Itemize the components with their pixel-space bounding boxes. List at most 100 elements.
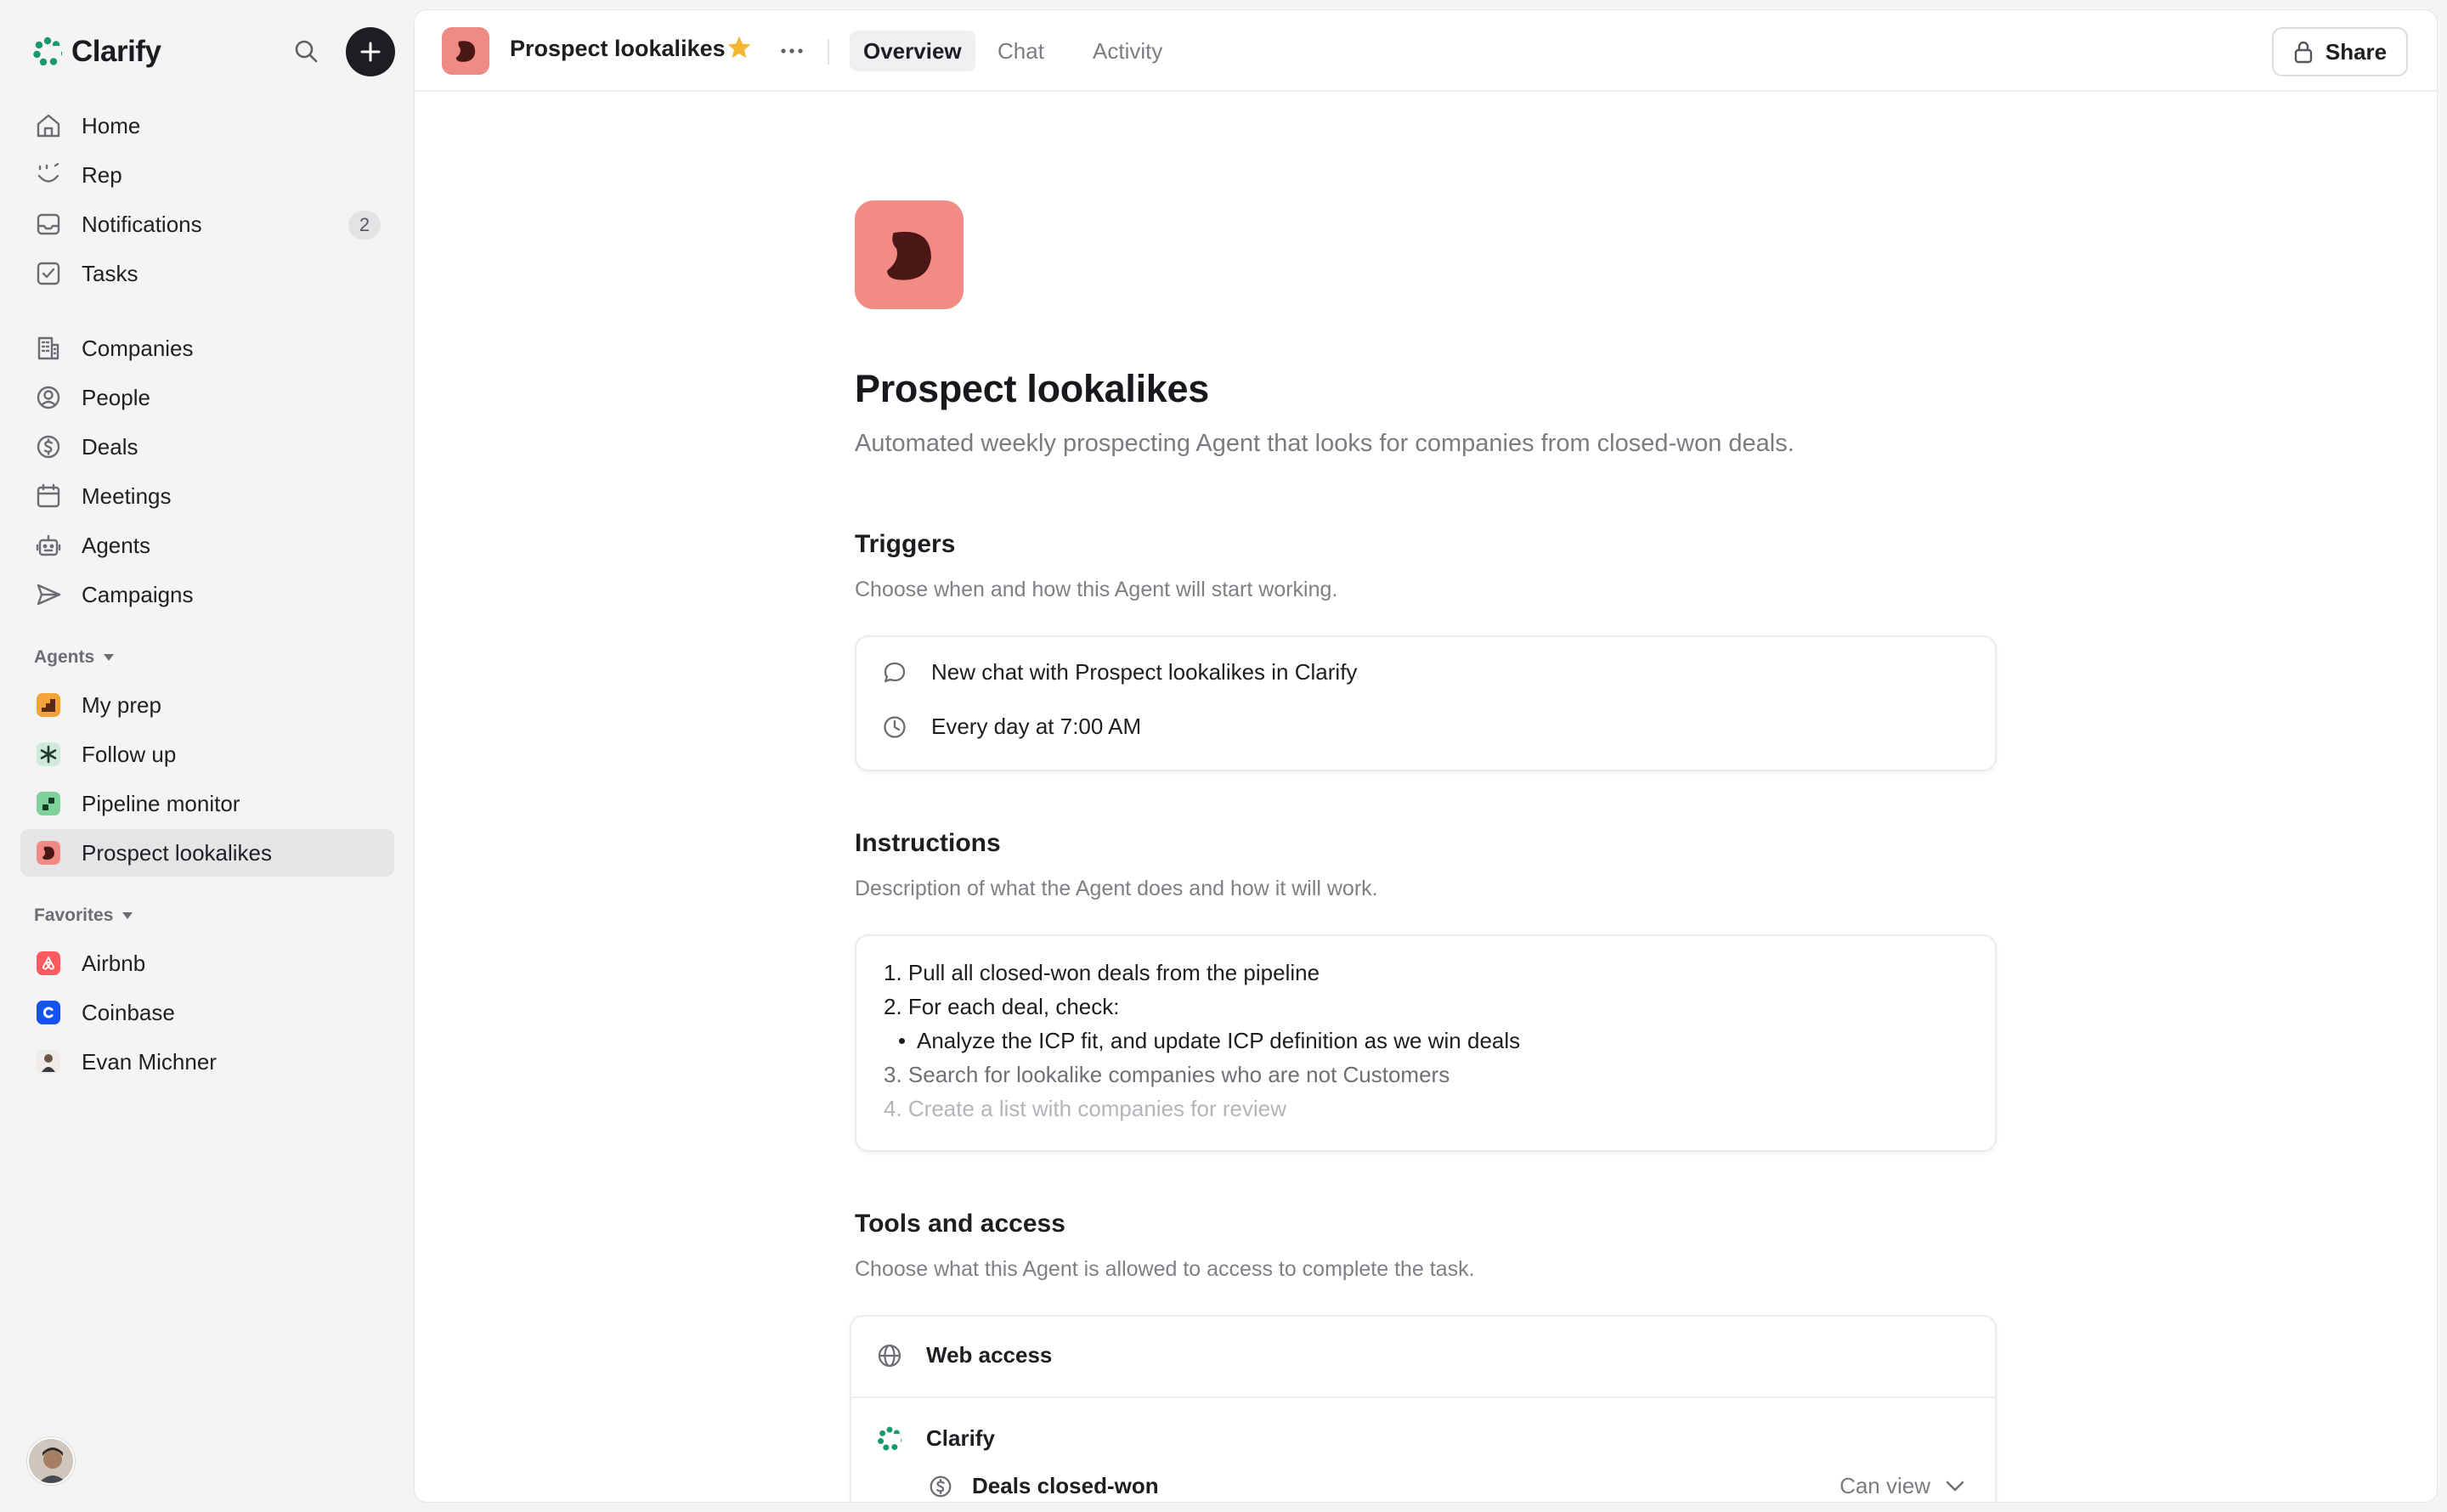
- sidebar-favorite-airbnb[interactable]: Airbnb: [20, 939, 394, 987]
- create-button[interactable]: [346, 27, 395, 76]
- sidebar-item-label: Follow up: [82, 741, 177, 767]
- clarify-logo-icon: [878, 1426, 902, 1450]
- sidebar-favorite-evan-michner[interactable]: Evan Michner: [20, 1038, 394, 1086]
- trigger-label: Every day at 7:00 AM: [931, 714, 1142, 739]
- instructions-heading: Instructions: [855, 829, 1001, 857]
- caret-down-icon: [122, 912, 133, 919]
- brand-name: Clarify: [71, 35, 161, 68]
- tools-heading: Tools and access: [855, 1210, 1065, 1238]
- top-bar: Prospect lookalikes Overview Chat Activi…: [415, 10, 2437, 92]
- sidebar-item-label: Pipeline monitor: [82, 790, 240, 816]
- agent-avatar: [442, 27, 489, 75]
- section-label: Favorites: [34, 906, 114, 925]
- sidebar-item-label: Rep: [82, 161, 122, 188]
- triggers-description: Choose when and how this Agent will star…: [855, 578, 1338, 601]
- search-button[interactable]: [285, 31, 326, 71]
- trigger-label: New chat with Prospect lookalikes in Cla…: [931, 659, 1358, 685]
- agents-section-toggle[interactable]: Agents: [34, 647, 115, 668]
- instruction-line: 3. Search for lookalike companies who ar…: [884, 1062, 1450, 1087]
- tool-clarify[interactable]: Clarify: [877, 1425, 995, 1452]
- permission-row: Deals closed-won: [928, 1473, 1159, 1499]
- star-icon: [727, 36, 751, 58]
- chat-bubble-icon: [884, 662, 906, 682]
- clock-icon: [884, 715, 906, 738]
- favorite-star-button[interactable]: [726, 34, 753, 65]
- main-panel: Prospect lookalikes Overview Chat Activi…: [415, 10, 2437, 1502]
- sidebar-item-meetings[interactable]: Meetings: [20, 472, 394, 520]
- rep-icon: [37, 162, 59, 183]
- sidebar-item-label: My prep: [82, 691, 161, 718]
- tools-card: Web access Clarify Deals closed-won Can …: [850, 1315, 1997, 1502]
- sidebar-item-label: Companies: [82, 335, 194, 361]
- top-bar-title: Prospect lookalikes: [510, 36, 726, 61]
- sidebar-item-deals[interactable]: Deals: [20, 423, 394, 471]
- blob-icon: [455, 41, 476, 62]
- more-options-button[interactable]: [773, 32, 811, 70]
- share-label: Share: [2325, 38, 2388, 65]
- sidebar-item-notifications[interactable]: Notifications 2: [20, 200, 394, 248]
- sidebar: Clarify Home Rep Notifications 2 Tasks C…: [0, 0, 413, 1512]
- sidebar-item-label: Meetings: [82, 482, 172, 509]
- sidebar-agent-prospect-lookalikes[interactable]: Prospect lookalikes: [20, 829, 394, 877]
- sidebar-item-label: Evan Michner: [82, 1048, 217, 1075]
- user-photo-icon: [29, 1439, 73, 1483]
- sidebar-item-companies[interactable]: Companies: [20, 324, 394, 372]
- asterisk-icon: [37, 742, 60, 766]
- tab-overview[interactable]: Overview: [850, 31, 975, 71]
- sidebar-item-agents[interactable]: Agents: [20, 522, 394, 569]
- sidebar-agent-my-prep[interactable]: My prep: [20, 681, 394, 729]
- tab-chat[interactable]: Chat: [984, 31, 1058, 71]
- sidebar-favorite-coinbase[interactable]: Coinbase: [20, 989, 394, 1036]
- tool-web-access[interactable]: Web access: [877, 1342, 1052, 1368]
- brand-logo[interactable]: Clarify: [32, 31, 161, 73]
- instructions-editor[interactable]: 1. Pull all closed-won deals from the pi…: [855, 934, 1997, 1152]
- sidebar-item-rep[interactable]: Rep: [20, 151, 394, 199]
- divider: [851, 1396, 1995, 1398]
- sidebar-item-label: Tasks: [82, 260, 138, 286]
- instruction-line: 1. Pull all closed-won deals from the pi…: [884, 960, 1320, 985]
- tools-description: Choose what this Agent is allowed to acc…: [855, 1257, 1475, 1281]
- permission-label: Deals closed-won: [972, 1473, 1159, 1498]
- triggers-card[interactable]: New chat with Prospect lookalikes in Cla…: [855, 635, 1997, 771]
- blocks-icon: [37, 792, 60, 815]
- sidebar-item-people[interactable]: People: [20, 374, 394, 421]
- sidebar-item-label: Campaigns: [82, 581, 194, 607]
- checkbox-icon: [37, 262, 60, 285]
- share-button[interactable]: Share: [2272, 27, 2408, 76]
- instructions-description: Description of what the Agent does and h…: [855, 877, 1378, 900]
- notification-count-badge: 2: [348, 211, 381, 240]
- sidebar-agent-pipeline-monitor[interactable]: Pipeline monitor: [20, 780, 394, 827]
- trigger-item[interactable]: Every day at 7:00 AM: [882, 714, 1141, 740]
- sidebar-item-campaigns[interactable]: Campaigns: [20, 571, 394, 618]
- sidebar-item-tasks[interactable]: Tasks: [20, 250, 394, 297]
- inbox-icon: [37, 213, 60, 235]
- ellipsis-icon: [781, 48, 803, 54]
- sidebar-item-label: Prospect lookalikes: [82, 839, 272, 866]
- instruction-line: 4. Create a list with companies for revi…: [884, 1096, 1286, 1121]
- favorites-section-toggle[interactable]: Favorites: [34, 906, 133, 926]
- airbnb-logo-icon: [37, 951, 60, 975]
- home-icon: [37, 114, 60, 138]
- sidebar-item-home[interactable]: Home: [20, 102, 394, 150]
- lock-icon: [2294, 41, 2313, 64]
- page-title: Prospect lookalikes: [855, 367, 1209, 410]
- sidebar-agent-follow-up[interactable]: Follow up: [20, 731, 394, 778]
- blob-icon: [887, 231, 931, 280]
- search-icon: [295, 40, 318, 63]
- trigger-item[interactable]: New chat with Prospect lookalikes in Cla…: [882, 659, 1357, 685]
- tab-activity[interactable]: Activity: [1079, 31, 1176, 71]
- page-description: Automated weekly prospecting Agent that …: [855, 430, 1794, 457]
- sidebar-item-label: Coinbase: [82, 999, 175, 1025]
- permission-value: Can view: [1839, 1473, 1930, 1498]
- section-label: Agents: [34, 647, 95, 667]
- person-icon: [37, 386, 60, 409]
- plus-icon: [360, 42, 381, 62]
- triggers-heading: Triggers: [855, 530, 956, 558]
- sidebar-item-label: Agents: [82, 532, 150, 558]
- calendar-icon: [37, 483, 60, 508]
- permission-select[interactable]: Can view: [1839, 1473, 1964, 1499]
- sidebar-item-label: Airbnb: [82, 950, 146, 976]
- dollar-icon: [930, 1475, 952, 1497]
- bullet-dot-icon: [899, 1038, 905, 1044]
- user-avatar[interactable]: [27, 1437, 75, 1485]
